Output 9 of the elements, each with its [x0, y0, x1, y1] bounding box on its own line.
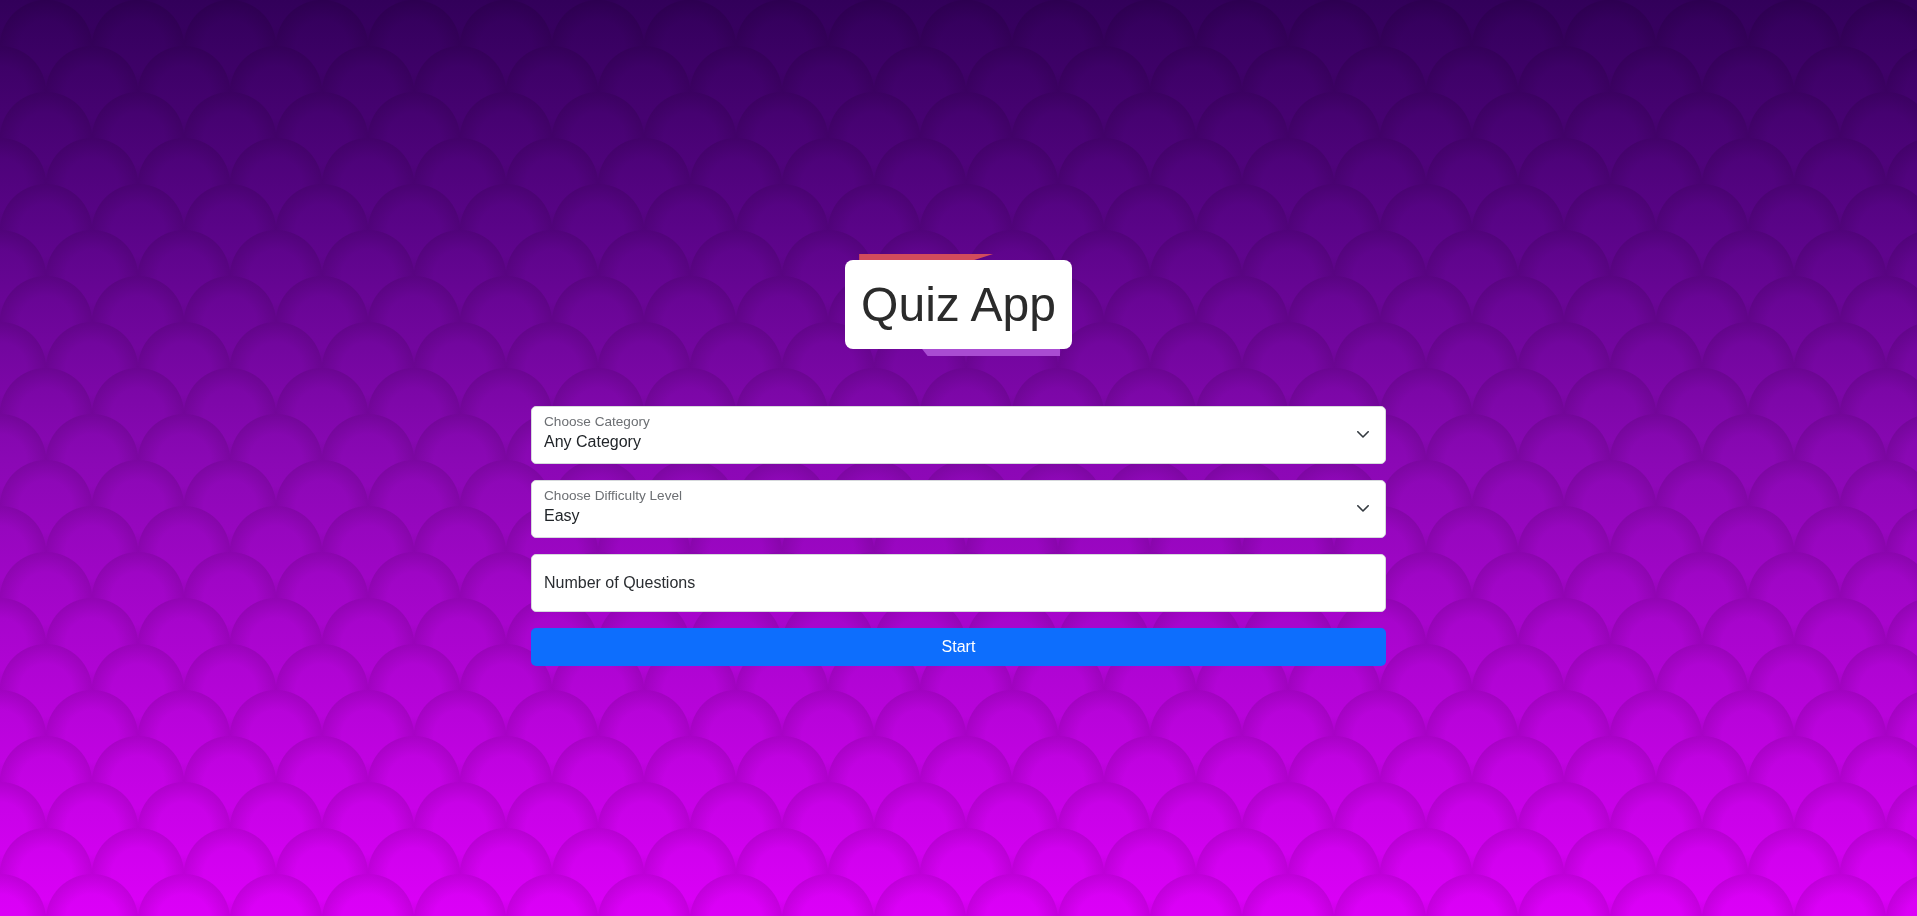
chevron-down-icon — [1357, 505, 1369, 512]
field-label: Choose Difficulty Level — [544, 488, 683, 504]
field-label: Choose Category — [544, 414, 650, 430]
chevron-down-icon — [1357, 431, 1369, 438]
app-title: Quiz App — [861, 277, 1056, 333]
dropdown-select[interactable]: Choose Difficulty Level Easy — [531, 480, 1386, 538]
number-input[interactable]: Number of Questions — [531, 554, 1386, 612]
dropdown-select[interactable]: Choose Category Any Category — [531, 406, 1386, 464]
start-button[interactable]: Start — [531, 628, 1386, 666]
